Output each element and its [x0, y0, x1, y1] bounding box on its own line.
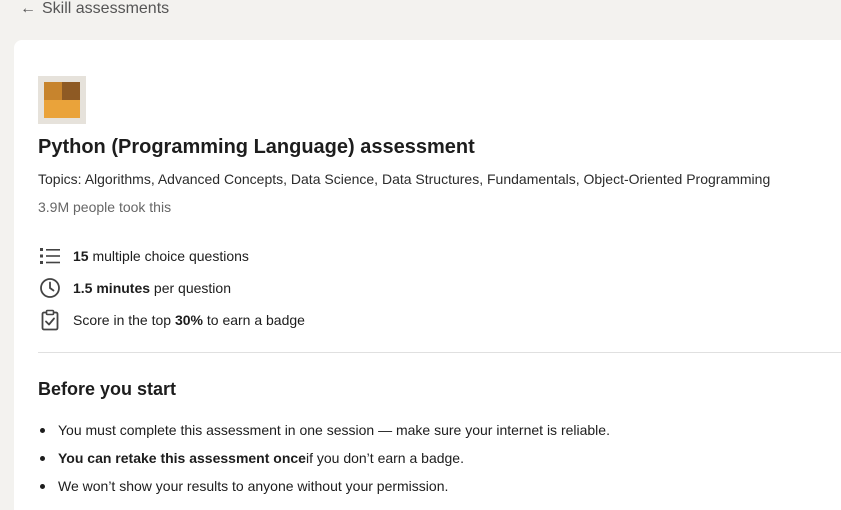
- assessment-title: Python (Programming Language) assessment: [38, 136, 475, 158]
- arrow-left-icon: ←: [20, 0, 36, 17]
- python-assessment-logo-icon: [44, 82, 80, 118]
- fact-badge: Score in the top 30% to earn a badge: [38, 304, 305, 336]
- assessment-logo: [38, 76, 86, 124]
- clipboard-check-icon: [38, 308, 62, 332]
- badge-threshold: 30%: [174, 312, 203, 328]
- divider: [38, 352, 841, 353]
- fact-questions: 15 multiple choice questions: [38, 240, 305, 272]
- clock-icon: [38, 276, 62, 300]
- back-link-label: Skill assessments: [42, 0, 170, 17]
- list-item: You can retake this assessment once if y…: [38, 444, 610, 472]
- rule-bold-text: You can retake this assessment once: [58, 450, 306, 466]
- assessment-facts: 15 multiple choice questions 1.5 minutes…: [38, 240, 305, 336]
- question-count-text: multiple choice questions: [88, 248, 249, 264]
- assessment-topics: Topics: Algorithms, Advanced Concepts, D…: [38, 171, 771, 187]
- before-you-start-list: You must complete this assessment in one…: [38, 416, 610, 500]
- rule-text: You must complete this assessment in one…: [58, 422, 610, 438]
- list-icon: [38, 244, 62, 268]
- back-to-skill-assessments-link[interactable]: ← Skill assessments: [20, 0, 169, 18]
- fact-time: 1.5 minutes per question: [38, 272, 305, 304]
- time-per-question-text: per question: [150, 280, 231, 296]
- badge-text-post: to earn a badge: [202, 312, 305, 328]
- list-item: You must complete this assessment in one…: [38, 416, 610, 444]
- before-you-start-heading: Before you start: [38, 379, 177, 399]
- rule-text: if you don’t earn a badge.: [305, 450, 464, 466]
- people-took-count: 3.9M people took this: [38, 199, 172, 215]
- question-count: 15: [73, 248, 89, 264]
- assessment-card: Python (Programming Language) assessment…: [14, 40, 841, 510]
- badge-text-pre: Score in the top: [73, 312, 175, 328]
- rule-text: We won’t show your results to anyone wit…: [58, 478, 449, 494]
- list-item: We won’t show your results to anyone wit…: [38, 472, 610, 500]
- time-per-question: 1.5 minutes: [73, 280, 151, 296]
